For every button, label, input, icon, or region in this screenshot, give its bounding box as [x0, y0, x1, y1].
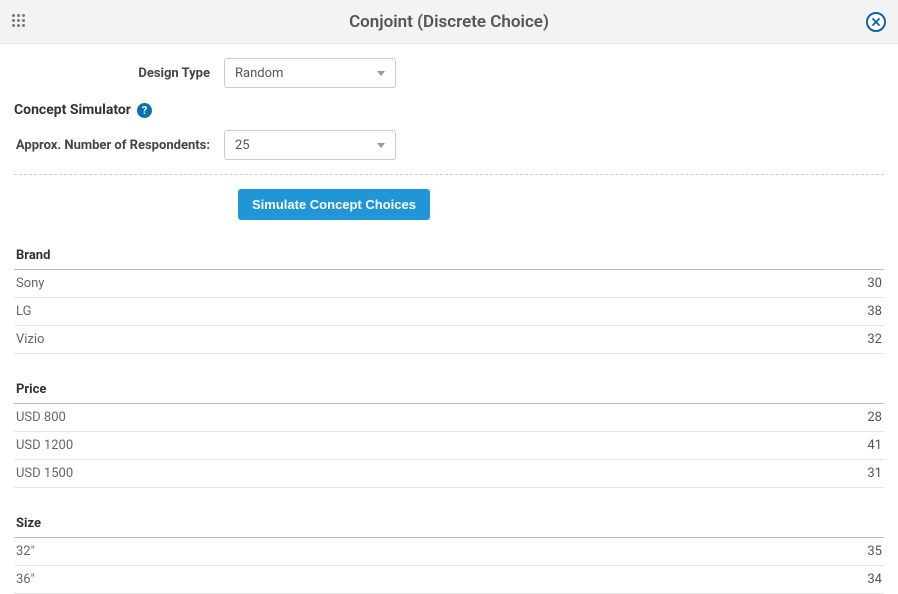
panel-content: Design Type Random Concept Simulator ? A… [0, 44, 898, 594]
chevron-down-icon [377, 71, 385, 76]
result-row-label: 32" [16, 544, 35, 559]
result-row: LG 38 [14, 298, 884, 326]
result-row-value: 38 [867, 304, 882, 319]
panel-header: Conjoint (Discrete Choice) [0, 0, 898, 44]
result-row-value: 28 [867, 410, 882, 425]
result-row-value: 31 [867, 466, 882, 481]
respondents-value: 25 [235, 138, 250, 153]
result-group: Price USD 800 28 USD 1200 41 USD 1500 31 [14, 376, 884, 488]
result-row-value: 30 [867, 276, 882, 291]
result-group: Size 32" 35 36"34 [14, 510, 884, 594]
result-row: USD 1200 41 [14, 432, 884, 460]
design-type-select[interactable]: Random [224, 58, 396, 88]
respondents-row: Approx. Number of Respondents: 25 [14, 130, 884, 160]
design-type-row: Design Type Random [14, 58, 884, 88]
results-container: BrandSony30LG38Vizio32PriceUSD 80028USD … [14, 242, 884, 594]
design-type-value: Random [235, 66, 283, 81]
result-row: USD 1500 31 [14, 460, 884, 488]
result-row-label: Vizio [16, 332, 44, 347]
concept-simulator-heading: Concept Simulator [14, 102, 131, 118]
result-group: Brand Sony 30 LG 38 Vizio 32 [14, 242, 884, 354]
result-row-label: USD 800 [16, 410, 66, 425]
result-row: Sony 30 [14, 270, 884, 298]
result-row: 36"34 [14, 566, 884, 594]
drag-handle-icon[interactable] [12, 14, 28, 30]
result-row-label: USD 1200 [16, 438, 73, 453]
close-icon [872, 18, 880, 26]
result-group-header: Size [14, 510, 884, 538]
result-row-value: 41 [867, 438, 882, 453]
result-group-header: Brand [14, 242, 884, 270]
result-row-label: USD 1500 [16, 466, 73, 481]
result-row-label: Sony [16, 276, 44, 291]
result-row: 32" 35 [14, 538, 884, 566]
panel-title: Conjoint (Discrete Choice) [0, 12, 898, 32]
result-group-header: Price [14, 376, 884, 404]
concept-simulator-heading-row: Concept Simulator ? [14, 102, 884, 118]
close-button[interactable] [866, 12, 886, 32]
chevron-down-icon [377, 143, 385, 148]
result-row-value: 32 [867, 332, 882, 347]
respondents-label: Approx. Number of Respondents: [14, 138, 224, 153]
simulate-button-row: Simulate Concept Choices [14, 189, 884, 220]
result-row-label: LG [16, 304, 31, 319]
divider [14, 174, 884, 175]
respondents-select[interactable]: 25 [224, 130, 396, 160]
simulate-button[interactable]: Simulate Concept Choices [238, 189, 430, 220]
result-row: Vizio 32 [14, 326, 884, 354]
help-icon[interactable]: ? [137, 103, 152, 118]
result-row-value: 35 [867, 544, 882, 559]
design-type-label: Design Type [14, 66, 224, 81]
result-row: USD 800 28 [14, 404, 884, 432]
